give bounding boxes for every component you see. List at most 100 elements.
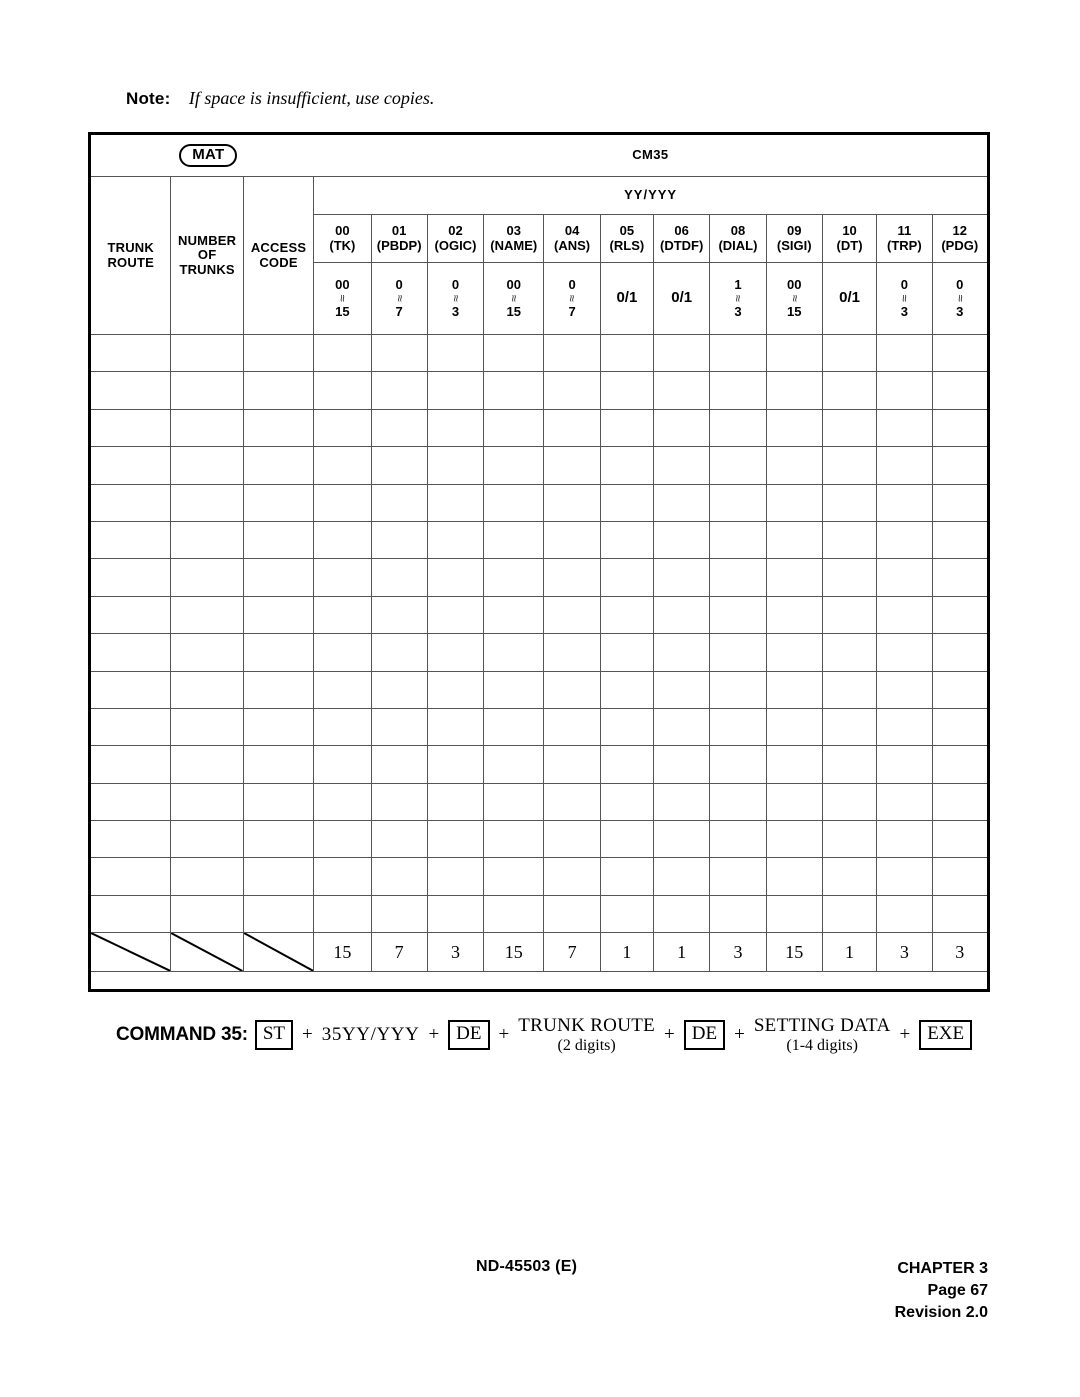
table-cell-blank[interactable] (599, 820, 655, 859)
table-cell-blank[interactable] (483, 408, 545, 448)
table-cell-blank[interactable] (653, 782, 711, 822)
table-cell-blank[interactable] (876, 520, 933, 560)
table-cell-blank[interactable] (426, 857, 485, 896)
table-cell-blank[interactable] (876, 446, 933, 485)
table-cell-blank[interactable] (426, 483, 485, 522)
table-row[interactable] (89, 782, 988, 822)
table-row[interactable] (89, 745, 988, 784)
table-cell-blank[interactable] (170, 520, 244, 560)
table-cell-blank[interactable] (765, 333, 823, 373)
table-cell-blank[interactable] (876, 408, 933, 448)
table-cell-blank[interactable] (483, 894, 545, 934)
table-cell-blank[interactable] (313, 520, 372, 560)
table-cell-blank[interactable] (89, 595, 172, 635)
table-cell-blank[interactable] (483, 446, 545, 485)
table-cell-blank[interactable] (370, 371, 428, 410)
table-cell-blank[interactable] (709, 595, 767, 635)
table-cell-blank[interactable] (242, 857, 315, 896)
table-cell-blank[interactable] (821, 745, 878, 784)
table-cell-blank[interactable] (543, 483, 601, 522)
table-cell-blank[interactable] (426, 371, 485, 410)
table-row[interactable] (89, 820, 988, 859)
table-cell-blank[interactable] (821, 483, 878, 522)
table-cell-blank[interactable] (931, 595, 988, 635)
table-cell-blank[interactable] (876, 745, 933, 784)
table-cell-blank[interactable] (170, 782, 244, 822)
table-cell-blank[interactable] (370, 857, 428, 896)
table-cell-blank[interactable] (821, 633, 878, 672)
table-cell-blank[interactable] (931, 894, 988, 934)
table-cell-blank[interactable] (370, 520, 428, 560)
table-cell-blank[interactable] (543, 446, 601, 485)
table-cell-blank[interactable] (931, 745, 988, 784)
table-cell-blank[interactable] (483, 745, 545, 784)
table-cell-blank[interactable] (89, 408, 172, 448)
table-cell-blank[interactable] (370, 670, 428, 709)
table-cell-blank[interactable] (931, 371, 988, 410)
table-cell-blank[interactable] (170, 595, 244, 635)
table-cell-blank[interactable] (765, 820, 823, 859)
table-cell-blank[interactable] (709, 520, 767, 560)
table-cell-blank[interactable] (242, 707, 315, 747)
table-cell-blank[interactable] (543, 820, 601, 859)
table-cell-blank[interactable] (483, 371, 545, 410)
table-cell-blank[interactable] (653, 670, 711, 709)
table-cell-blank[interactable] (242, 333, 315, 373)
table-cell-blank[interactable] (653, 371, 711, 410)
table-cell-blank[interactable] (170, 446, 244, 485)
table-cell-blank[interactable] (426, 520, 485, 560)
table-cell-blank[interactable] (709, 446, 767, 485)
table-cell-blank[interactable] (599, 633, 655, 672)
key-exe[interactable]: EXE (919, 1020, 973, 1050)
table-cell-blank[interactable] (931, 670, 988, 709)
table-cell-blank[interactable] (313, 446, 372, 485)
table-row[interactable] (89, 633, 988, 672)
table-cell-blank[interactable] (876, 670, 933, 709)
table-cell-blank[interactable] (653, 857, 711, 896)
table-cell-blank[interactable] (426, 633, 485, 672)
table-cell-blank[interactable] (89, 782, 172, 822)
table-cell-blank[interactable] (709, 782, 767, 822)
table-cell-blank[interactable] (709, 633, 767, 672)
table-cell-blank[interactable] (370, 595, 428, 635)
table-cell-blank[interactable] (313, 894, 372, 934)
table-cell-blank[interactable] (313, 633, 372, 672)
key-st[interactable]: ST (254, 1020, 294, 1050)
table-cell-blank[interactable] (89, 520, 172, 560)
table-cell-blank[interactable] (653, 520, 711, 560)
table-cell-blank[interactable] (313, 483, 372, 522)
table-cell-blank[interactable] (709, 371, 767, 410)
table-cell-blank[interactable] (89, 857, 172, 896)
table-cell-blank[interactable] (170, 558, 244, 597)
table-cell-blank[interactable] (821, 408, 878, 448)
key-de-1[interactable]: DE (448, 1020, 490, 1050)
table-cell-blank[interactable] (170, 670, 244, 709)
table-cell-blank[interactable] (931, 408, 988, 448)
table-cell-blank[interactable] (931, 782, 988, 822)
table-cell-blank[interactable] (931, 707, 988, 747)
table-cell-blank[interactable] (931, 446, 988, 485)
table-cell-blank[interactable] (931, 483, 988, 522)
table-cell-blank[interactable] (821, 820, 878, 859)
table-cell-blank[interactable] (543, 707, 601, 747)
table-cell-blank[interactable] (242, 820, 315, 859)
table-cell-blank[interactable] (313, 857, 372, 896)
table-cell-blank[interactable] (821, 595, 878, 635)
table-cell-blank[interactable] (599, 446, 655, 485)
table-cell-blank[interactable] (653, 483, 711, 522)
table-cell-blank[interactable] (599, 520, 655, 560)
table-cell-blank[interactable] (483, 782, 545, 822)
table-cell-blank[interactable] (821, 894, 878, 934)
table-cell-blank[interactable] (313, 558, 372, 597)
table-cell-blank[interactable] (170, 408, 244, 448)
table-cell-blank[interactable] (653, 558, 711, 597)
table-cell-blank[interactable] (821, 371, 878, 410)
table-cell-blank[interactable] (543, 408, 601, 448)
table-cell-blank[interactable] (370, 483, 428, 522)
table-cell-blank[interactable] (765, 371, 823, 410)
table-row[interactable] (89, 670, 988, 709)
table-cell-blank[interactable] (653, 333, 711, 373)
table-cell-blank[interactable] (426, 707, 485, 747)
table-cell-blank[interactable] (483, 520, 545, 560)
table-cell-blank[interactable] (599, 894, 655, 934)
